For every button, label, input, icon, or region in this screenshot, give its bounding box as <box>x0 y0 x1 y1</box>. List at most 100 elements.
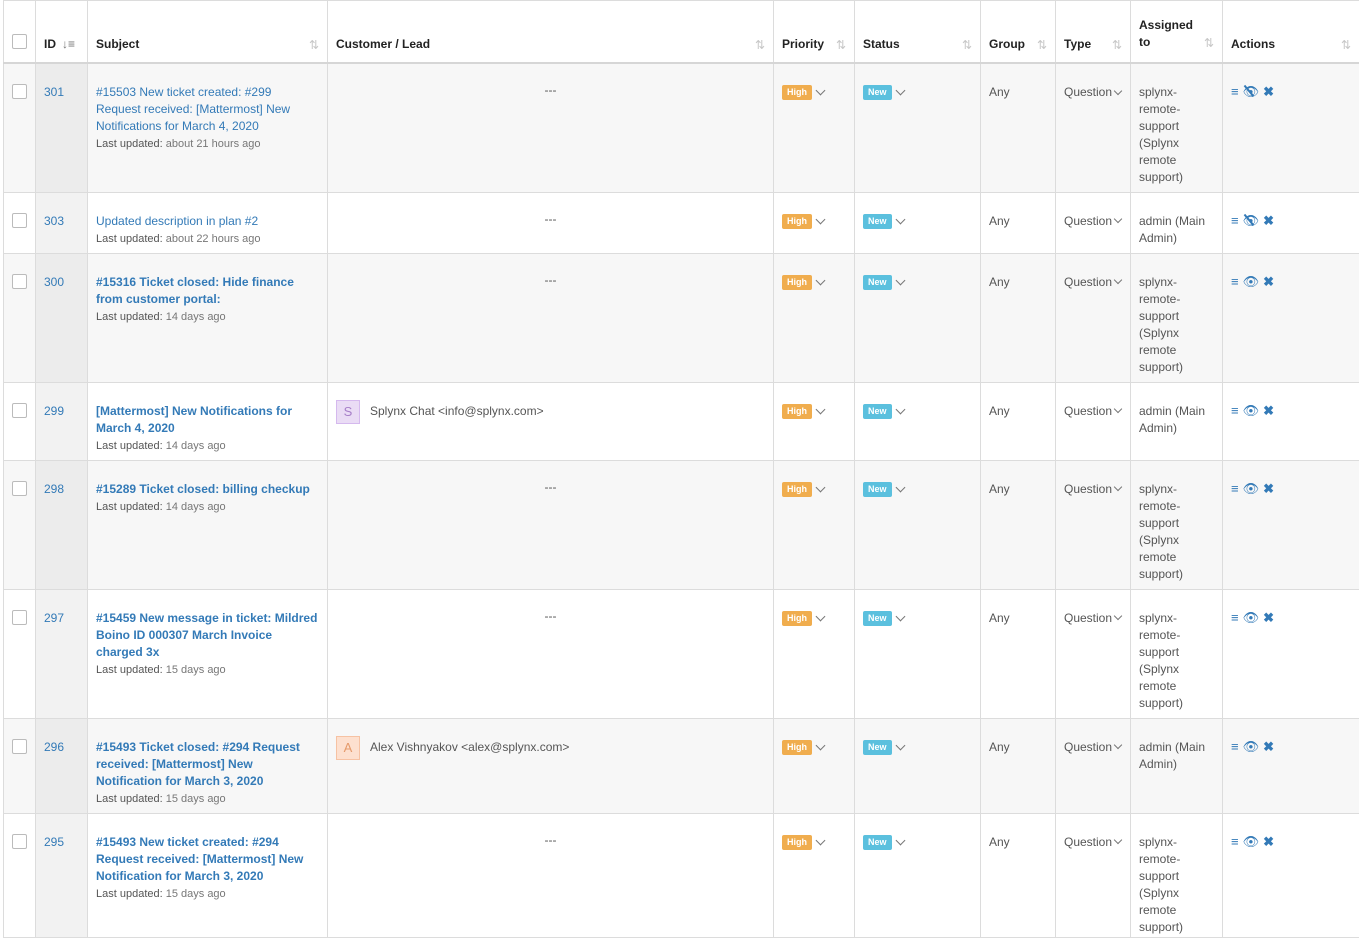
row-checkbox[interactable] <box>12 481 27 496</box>
type-dropdown[interactable]: Question <box>1064 611 1121 625</box>
type-dropdown[interactable]: Question <box>1064 404 1121 418</box>
type-dropdown[interactable]: Question <box>1064 740 1121 754</box>
column-customer[interactable]: Customer / Lead⇅ <box>328 1 774 64</box>
status-dropdown[interactable]: New <box>863 214 904 228</box>
priority-dropdown[interactable]: High <box>782 835 824 849</box>
eye-icon[interactable]: 👁 <box>1243 835 1260 848</box>
status-dropdown[interactable]: New <box>863 404 904 418</box>
status-dropdown[interactable]: New <box>863 611 904 625</box>
close-icon[interactable]: ✖ <box>1263 275 1274 288</box>
select-all-checkbox[interactable] <box>12 34 27 49</box>
table-row[interactable]: 299 [Mattermost] New Notifications for M… <box>4 382 1359 460</box>
status-dropdown[interactable]: New <box>863 85 904 99</box>
status-dropdown[interactable]: New <box>863 835 904 849</box>
column-status[interactable]: Status⇅ <box>855 1 981 64</box>
row-checkbox[interactable] <box>12 403 27 418</box>
list-icon[interactable]: ≡ <box>1231 835 1239 848</box>
list-icon[interactable]: ≡ <box>1231 85 1239 98</box>
ticket-id-link[interactable]: 296 <box>44 740 64 754</box>
sort-icon[interactable]: ⇅ <box>1112 38 1122 52</box>
close-icon[interactable]: ✖ <box>1263 482 1274 495</box>
close-icon[interactable]: ✖ <box>1263 835 1274 848</box>
list-icon[interactable]: ≡ <box>1231 482 1239 495</box>
close-icon[interactable]: ✖ <box>1263 740 1274 753</box>
row-checkbox[interactable] <box>12 834 27 849</box>
table-row[interactable]: 298 #15289 Ticket closed: billing checku… <box>4 460 1359 589</box>
priority-dropdown[interactable]: High <box>782 740 824 754</box>
row-checkbox[interactable] <box>12 84 27 99</box>
list-icon[interactable]: ≡ <box>1231 611 1239 624</box>
type-dropdown[interactable]: Question <box>1064 214 1121 228</box>
customer-lead[interactable]: SSplynx Chat <info@splynx.com> <box>336 400 765 424</box>
column-type[interactable]: Type⇅ <box>1056 1 1131 64</box>
column-assigned[interactable]: Assigned to⇅ <box>1131 1 1223 64</box>
ticket-id-link[interactable]: 295 <box>44 835 64 849</box>
table-row[interactable]: 301 #15503 New ticket created: #299 Requ… <box>4 63 1359 192</box>
list-icon[interactable]: ≡ <box>1231 740 1239 753</box>
ticket-subject-link[interactable]: #15316 Ticket closed: Hide finance from … <box>96 275 294 306</box>
column-group[interactable]: Group⇅ <box>981 1 1056 64</box>
column-subject[interactable]: Subject⇅ <box>88 1 328 64</box>
ticket-id-link[interactable]: 298 <box>44 482 64 496</box>
eye-icon[interactable]: 👁 <box>1243 404 1260 417</box>
status-dropdown[interactable]: New <box>863 740 904 754</box>
priority-dropdown[interactable]: High <box>782 404 824 418</box>
ticket-id-link[interactable]: 297 <box>44 611 64 625</box>
sort-icon[interactable]: ⇅ <box>836 38 846 52</box>
priority-dropdown[interactable]: High <box>782 85 824 99</box>
row-checkbox[interactable] <box>12 213 27 228</box>
list-icon[interactable]: ≡ <box>1231 214 1239 227</box>
ticket-subject-link[interactable]: #15503 New ticket created: #299 Request … <box>96 85 290 133</box>
table-row[interactable]: 296 #15493 Ticket closed: #294 Request r… <box>4 718 1359 813</box>
table-row[interactable]: 300 #15316 Ticket closed: Hide finance f… <box>4 253 1359 382</box>
table-row[interactable]: 303 Updated description in plan #2 Last … <box>4 192 1359 253</box>
sort-icon[interactable]: ⇅ <box>755 38 765 52</box>
eye-slash-icon[interactable]: 👁 <box>1243 85 1260 98</box>
eye-icon[interactable]: 👁 <box>1243 275 1260 288</box>
row-checkbox[interactable] <box>12 610 27 625</box>
type-dropdown[interactable]: Question <box>1064 85 1121 99</box>
priority-dropdown[interactable]: High <box>782 611 824 625</box>
customer-lead[interactable]: AAlex Vishnyakov <alex@splynx.com> <box>336 736 765 760</box>
table-row[interactable]: 295 #15493 New ticket created: #294 Requ… <box>4 813 1359 937</box>
sort-icon[interactable]: ⇅ <box>309 38 319 52</box>
sort-icon[interactable]: ⇅ <box>1037 38 1047 52</box>
ticket-subject-link[interactable]: Updated description in plan #2 <box>96 214 258 228</box>
ticket-id-link[interactable]: 303 <box>44 214 64 228</box>
eye-slash-icon[interactable]: 👁 <box>1243 214 1260 227</box>
sort-icon[interactable]: ⇅ <box>1204 35 1214 52</box>
list-icon[interactable]: ≡ <box>1231 404 1239 417</box>
eye-icon[interactable]: 👁 <box>1243 611 1260 624</box>
sort-desc-icon[interactable]: ↓≡ <box>62 37 75 51</box>
ticket-subject-link[interactable]: [Mattermost] New Notifications for March… <box>96 404 292 435</box>
close-icon[interactable]: ✖ <box>1263 404 1274 417</box>
status-dropdown[interactable]: New <box>863 482 904 496</box>
type-dropdown[interactable]: Question <box>1064 835 1121 849</box>
ticket-id-link[interactable]: 301 <box>44 85 64 99</box>
list-icon[interactable]: ≡ <box>1231 275 1239 288</box>
type-dropdown[interactable]: Question <box>1064 482 1121 496</box>
ticket-subject-link[interactable]: #15459 New message in ticket: Mildred Bo… <box>96 611 317 659</box>
type-dropdown[interactable]: Question <box>1064 275 1121 289</box>
column-id[interactable]: ID↓≡ <box>36 1 88 64</box>
ticket-id-link[interactable]: 300 <box>44 275 64 289</box>
priority-dropdown[interactable]: High <box>782 482 824 496</box>
close-icon[interactable]: ✖ <box>1263 611 1274 624</box>
ticket-id-link[interactable]: 299 <box>44 404 64 418</box>
priority-dropdown[interactable]: High <box>782 275 824 289</box>
ticket-subject-link[interactable]: #15493 New ticket created: #294 Request … <box>96 835 303 883</box>
ticket-subject-link[interactable]: #15493 Ticket closed: #294 Request recei… <box>96 740 300 788</box>
sort-icon[interactable]: ⇅ <box>962 38 972 52</box>
row-checkbox[interactable] <box>12 739 27 754</box>
close-icon[interactable]: ✖ <box>1263 214 1274 227</box>
sort-icon[interactable]: ⇅ <box>1341 38 1351 52</box>
ticket-subject-link[interactable]: #15289 Ticket closed: billing checkup <box>96 482 310 496</box>
column-priority[interactable]: Priority⇅ <box>774 1 855 64</box>
eye-icon[interactable]: 👁 <box>1243 740 1260 753</box>
priority-dropdown[interactable]: High <box>782 214 824 228</box>
eye-icon[interactable]: 👁 <box>1243 482 1260 495</box>
close-icon[interactable]: ✖ <box>1263 85 1274 98</box>
table-row[interactable]: 297 #15459 New message in ticket: Mildre… <box>4 589 1359 718</box>
status-dropdown[interactable]: New <box>863 275 904 289</box>
row-checkbox[interactable] <box>12 274 27 289</box>
